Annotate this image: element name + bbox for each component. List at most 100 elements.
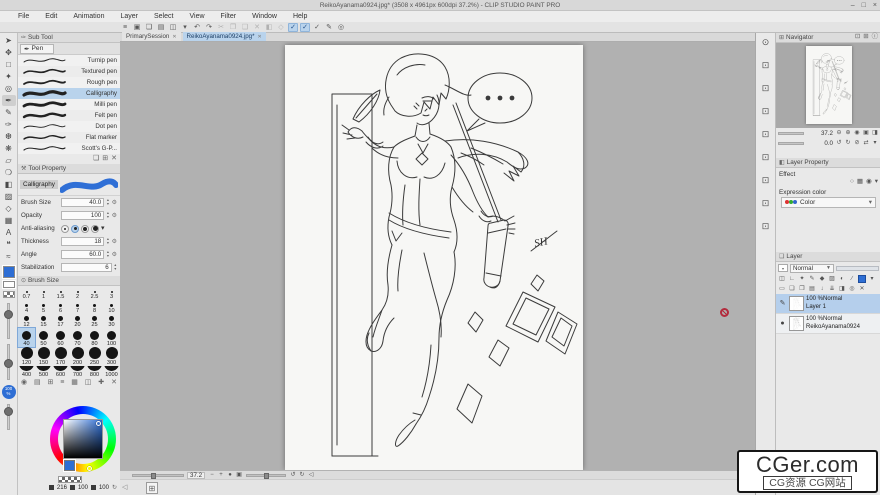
- strip-divider-icon[interactable]: ◁: [122, 483, 127, 491]
- draft-layer-icon[interactable]: ✎: [808, 275, 816, 283]
- paste-icon[interactable]: ❑: [240, 23, 250, 32]
- property-value[interactable]: 6: [61, 263, 112, 272]
- brush-size-17[interactable]: 17: [52, 314, 69, 328]
- balloon-tool-icon[interactable]: ❝: [2, 239, 16, 250]
- zoom-in-button[interactable]: +: [217, 472, 225, 478]
- list-view-icon[interactable]: ▤: [34, 379, 41, 386]
- brush-size-120[interactable]: 120: [18, 347, 35, 366]
- add-size-icon[interactable]: ✚: [98, 379, 104, 386]
- palette-menu-icon[interactable]: ▭: [778, 285, 786, 293]
- save-dropdown-icon[interactable]: ▾: [180, 23, 190, 32]
- fill-tool-icon[interactable]: ◧: [2, 179, 16, 190]
- brush-size-300[interactable]: 300: [103, 347, 120, 366]
- delete-icon[interactable]: ✕: [252, 23, 262, 32]
- property-value[interactable]: 40.0: [61, 198, 104, 207]
- brush-size-10[interactable]: 10: [103, 300, 120, 314]
- duplicate-sub-tool-icon[interactable]: ❏: [93, 155, 99, 162]
- delete-size-icon[interactable]: ✕: [111, 379, 117, 386]
- material-primitive-icon[interactable]: ⊡: [759, 197, 773, 209]
- blend-tool-icon[interactable]: ❍: [2, 167, 16, 178]
- property-value[interactable]: 18: [61, 237, 104, 246]
- brush-size-40[interactable]: 40: [18, 328, 35, 347]
- palette-color-chip[interactable]: ▾: [778, 264, 788, 272]
- material-image-material-icon[interactable]: ⊡: [759, 128, 773, 140]
- navigator-preview[interactable]: [776, 43, 880, 128]
- zoom-100-icon[interactable]: ◉: [853, 129, 861, 137]
- flip-horizontal-icon[interactable]: ⇄: [862, 139, 870, 147]
- brush-size-50[interactable]: 50: [35, 328, 52, 347]
- brush-size-30[interactable]: 30: [103, 314, 120, 328]
- open-file-icon[interactable]: ▤: [156, 23, 166, 32]
- brush-size-8[interactable]: 8: [86, 300, 103, 314]
- snap-to-grid-icon[interactable]: ✓: [312, 23, 322, 32]
- eyedropper-tool-icon[interactable]: ◎: [2, 83, 16, 94]
- tool-property-panel-header[interactable]: ⚒ Tool Property: [18, 164, 120, 174]
- copy-icon[interactable]: ❐: [228, 23, 238, 32]
- menu-view[interactable]: View: [181, 13, 212, 20]
- brush-size-600[interactable]: 600: [52, 366, 69, 378]
- eraser-tool-icon[interactable]: ▱: [2, 155, 16, 166]
- transparent-color-swatch[interactable]: [3, 291, 15, 298]
- zoom-100-button[interactable]: ●: [226, 472, 234, 478]
- menu-layer[interactable]: Layer: [112, 13, 146, 20]
- property-value[interactable]: 100: [61, 211, 104, 220]
- menu-window[interactable]: Window: [244, 13, 285, 20]
- property-spinner[interactable]: ▲▼: [106, 251, 109, 258]
- brush-size-60[interactable]: 60: [52, 328, 69, 347]
- chevron-down-icon[interactable]: ▾: [101, 225, 105, 232]
- item-bank-tab-icon[interactable]: ⊞: [863, 34, 868, 40]
- rotate-cw-icon[interactable]: ↻: [844, 139, 852, 147]
- zoom-out-icon[interactable]: ⊖: [835, 129, 843, 137]
- layer-row[interactable]: ✎100 %NormalLayer 1: [776, 294, 880, 314]
- main-menu-icon[interactable]: ≡: [120, 23, 130, 32]
- layer-color-effect-icon[interactable]: ◉: [866, 179, 872, 186]
- editing-pen-icon[interactable]: ✎: [778, 300, 787, 307]
- info-icon[interactable]: ⓘ: [872, 34, 878, 40]
- property-spinner[interactable]: ▲▼: [106, 199, 109, 206]
- tool-size-slider[interactable]: [7, 303, 10, 339]
- hue-cursor-icon[interactable]: [87, 466, 92, 471]
- anti-aliasing-level-0[interactable]: [61, 225, 69, 233]
- layer-property-panel-header[interactable]: ◧ Layer Property: [776, 158, 880, 168]
- zoom-out-button[interactable]: −: [208, 472, 216, 478]
- navigator-zoom-slider[interactable]: [778, 132, 804, 135]
- property-settings-icon[interactable]: ⚙: [112, 252, 117, 258]
- brush-size-1[interactable]: 1: [35, 286, 52, 300]
- quick-access-panel-icon[interactable]: ⊙: [759, 36, 773, 48]
- merge-down-icon[interactable]: ⇊: [828, 285, 836, 293]
- close-button[interactable]: ×: [873, 2, 877, 9]
- canvas-workspace[interactable]: [120, 42, 755, 470]
- rotate-cw-button[interactable]: ↻: [298, 472, 306, 478]
- brush-size-250[interactable]: 250: [86, 347, 103, 366]
- auto-select-tool-icon[interactable]: ✦: [2, 71, 16, 82]
- delete-layer-icon[interactable]: ✕: [858, 285, 866, 293]
- brush-size-2[interactable]: 2: [69, 286, 86, 300]
- reset-view-button[interactable]: ◁: [307, 472, 315, 478]
- sub-tool-item-textured-pen[interactable]: Textured pen: [18, 66, 120, 77]
- apply-mask-icon[interactable]: ◎: [848, 285, 856, 293]
- property-spinner[interactable]: ▲▼: [114, 264, 117, 271]
- brush-size-100[interactable]: 100: [103, 328, 120, 347]
- pencil-tool-icon[interactable]: ✎: [2, 107, 16, 118]
- sv-cursor-icon[interactable]: [96, 421, 101, 426]
- menu-filter[interactable]: Filter: [213, 13, 245, 20]
- property-settings-icon[interactable]: ⚙: [112, 213, 117, 219]
- navigator-rotate-slider[interactable]: [778, 142, 804, 145]
- sub-tool-panel-header[interactable]: ✑ Sub Tool: [18, 33, 120, 43]
- rotate-ccw-icon[interactable]: ↺: [835, 139, 843, 147]
- material-pose-icon[interactable]: ⊡: [759, 174, 773, 186]
- anti-aliasing-level-3[interactable]: [91, 225, 99, 233]
- brush-size-170[interactable]: 170: [52, 347, 69, 366]
- brush-size-400[interactable]: 400: [18, 366, 35, 378]
- ruler-layer-icon[interactable]: ∕: [848, 275, 856, 283]
- brush-tool-icon[interactable]: ✑: [2, 119, 16, 130]
- transfer-down-icon[interactable]: ↓: [818, 285, 826, 293]
- enable-mask-icon[interactable]: ◐: [838, 275, 846, 283]
- change-panel-icon[interactable]: ◫: [778, 275, 786, 283]
- operation-tool-icon[interactable]: ➤: [2, 35, 16, 46]
- sub-tool-item-rough-pen[interactable]: Rough pen: [18, 77, 120, 88]
- zoom-in-icon[interactable]: ⊕: [844, 129, 852, 137]
- ruler-pen-icon[interactable]: ✎: [324, 23, 334, 32]
- maximize-button[interactable]: □: [862, 2, 866, 9]
- tone-effect-icon[interactable]: ▦: [857, 179, 863, 186]
